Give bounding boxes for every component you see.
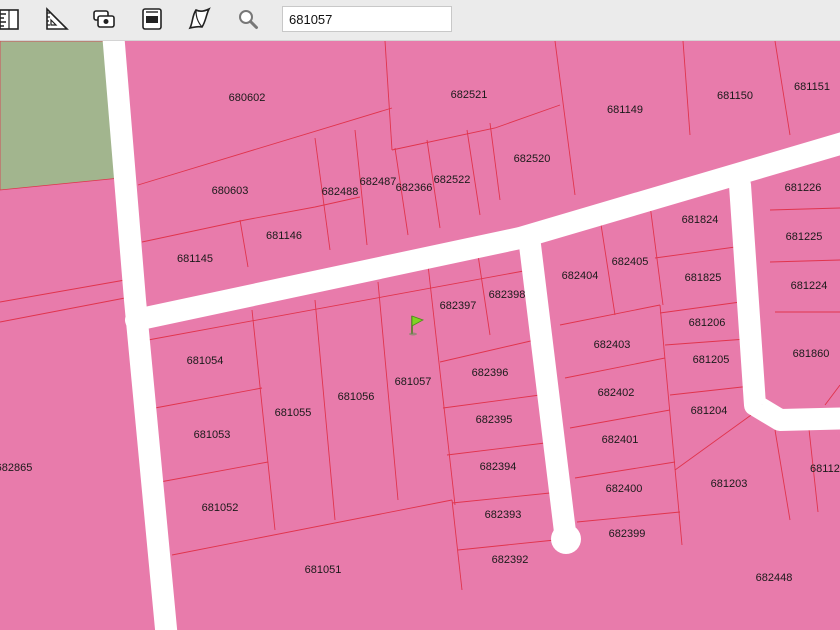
parcel-label-682366[interactable]: 682366 [396,182,433,194]
ruler-icon[interactable] [0,4,24,34]
parcel-label-681224[interactable]: 681224 [791,280,828,292]
parcel-label-682448[interactable]: 682448 [756,572,793,584]
parcel-label-682392[interactable]: 682392 [492,554,529,566]
map-view[interactable]: 680602 682521 681149 681150 681151 680603 6824… [0,41,840,630]
parcel-label-682522[interactable]: 682522 [434,174,471,186]
parcel-label-681146[interactable]: 681146 [266,230,302,242]
triangle-ruler-icon[interactable] [42,4,72,34]
parcel-label-681122[interactable]: 681122 [810,463,840,475]
parcel-label-681226[interactable]: 681226 [785,182,822,194]
parcel-label-682394[interactable]: 682394 [480,461,517,473]
parcel-label-681052[interactable]: 681052 [202,502,239,514]
parcel-label-680603[interactable]: 680603 [212,185,249,197]
parcel-label-681151[interactable]: 681151 [794,81,830,93]
parcel-label-681824[interactable]: 681824 [682,214,719,226]
parcel-label-681057[interactable]: 681057 [395,376,432,388]
parcel-label-681054[interactable]: 681054 [187,355,224,367]
parcel-label-681056[interactable]: 681056 [338,391,375,403]
parcel-label-682401[interactable]: 682401 [602,434,639,446]
parcel-label-682865[interactable]: 682865 [0,462,32,474]
parcel-label-681204[interactable]: 681204 [691,405,728,417]
parcel-label-680602[interactable]: 680602 [229,92,266,104]
layers-icon[interactable] [89,4,119,34]
parcel-label-681150[interactable]: 681150 [717,90,753,102]
search-input[interactable] [282,6,452,32]
parcel-label-682404[interactable]: 682404 [562,270,599,282]
parcel-label-681825[interactable]: 681825 [685,272,722,284]
parcel-label-682403[interactable]: 682403 [594,339,631,351]
parcel-label-681205[interactable]: 681205 [693,354,730,366]
parcel-label-681225[interactable]: 681225 [786,231,823,243]
parcel-label-682399[interactable]: 682399 [609,528,646,540]
parcel-label-682488[interactable]: 682488 [322,186,359,198]
parcel-label-681053[interactable]: 681053 [194,429,231,441]
parcel-label-682393[interactable]: 682393 [485,509,522,521]
parcel-label-681145[interactable]: 681145 [177,253,213,265]
parcel-label-681149[interactable]: 681149 [607,104,643,116]
green-area [0,41,121,191]
print-icon[interactable] [137,4,167,34]
parcel-label-681055[interactable]: 681055 [275,407,312,419]
parcel-label-682402[interactable]: 682402 [598,387,635,399]
toolbar [0,0,840,41]
parcel-label-682521[interactable]: 682521 [451,89,488,101]
parcel-label-681206[interactable]: 681206 [689,317,726,329]
parcel-label-682396[interactable]: 682396 [472,367,509,379]
map-scroll-icon[interactable] [184,4,214,34]
parcel-label-681203[interactable]: 681203 [711,478,748,490]
parcel-label-681860[interactable]: 681860 [793,348,830,360]
parcel-label-682395[interactable]: 682395 [476,414,513,426]
parcel-label-682487[interactable]: 682487 [360,176,397,188]
parcel-label-682400[interactable]: 682400 [606,483,643,495]
magnifier-icon[interactable] [233,4,263,34]
parcel-label-682520[interactable]: 682520 [514,153,551,165]
parcel-label-681051[interactable]: 681051 [305,564,342,576]
parcel-label-682397[interactable]: 682397 [440,300,477,312]
cul-de-sac [551,524,581,554]
parcel-label-682405[interactable]: 682405 [612,256,649,268]
parcel-label-682398[interactable]: 682398 [489,289,526,301]
